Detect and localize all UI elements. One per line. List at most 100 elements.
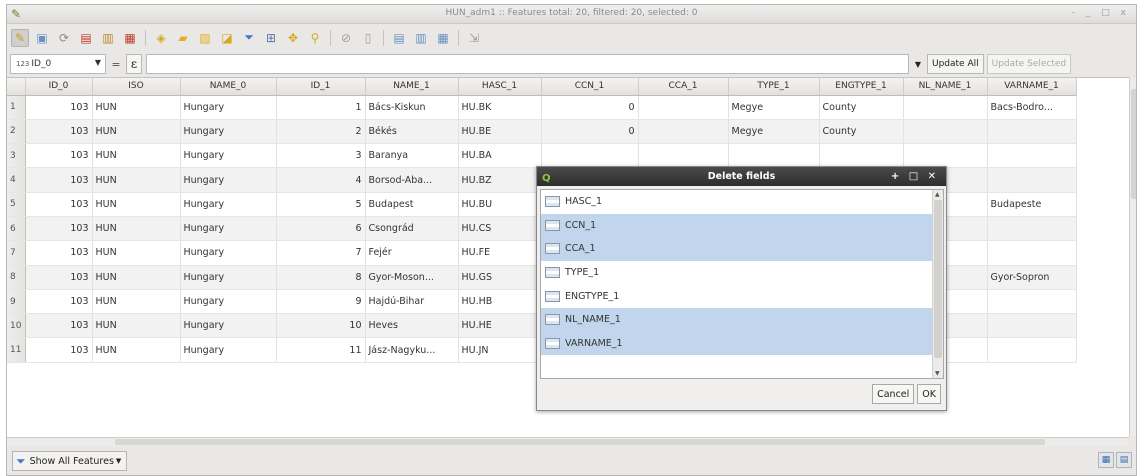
table-row[interactable]: 2 103 HUN Hungary 2 Békés HU.BE 0 Megye County [7, 119, 1077, 145]
column-header[interactable]: TYPE_1 [728, 78, 820, 96]
table-cell[interactable]: 9 [276, 289, 366, 315]
field-list-item[interactable]: NL_NAME_1 [541, 307, 943, 332]
table-cell[interactable]: HU.JN [458, 337, 542, 363]
table-cell[interactable]: HUN [92, 143, 181, 169]
table-cell[interactable]: 7 [276, 240, 366, 266]
row-number[interactable]: 2 [7, 119, 26, 145]
table-cell[interactable]: 103 [25, 240, 93, 266]
table-cell[interactable]: Csongrád [365, 216, 459, 242]
table-cell[interactable]: HU.BU [458, 192, 542, 217]
table-cell[interactable]: 5 [276, 192, 366, 217]
dialog-scrollbar[interactable]: ▲ ▼ [932, 190, 943, 378]
filter-icon[interactable]: ⏷ [240, 29, 258, 47]
column-header[interactable]: CCA_1 [638, 78, 729, 96]
show-all-features-button[interactable]: ⏷ Show All Features ▼ [12, 451, 128, 471]
edit-pencil-icon[interactable]: ✎ [11, 28, 29, 47]
scrollbar-thumb[interactable] [934, 200, 942, 358]
field-list-item[interactable]: TYPE_1 [541, 261, 943, 285]
table-cell[interactable]: HUN [92, 192, 181, 217]
field-list-item[interactable]: ENGTYPE_1 [541, 284, 943, 308]
scrollbar-thumb[interactable] [1131, 89, 1136, 199]
table-cell[interactable]: 103 [25, 216, 93, 242]
reload-icon[interactable]: ⟳ [55, 29, 73, 47]
table-cell[interactable]: Heves [365, 313, 459, 339]
table-vertical-scrollbar[interactable] [1129, 77, 1136, 437]
field-list-item[interactable]: VARNAME_1 [541, 331, 943, 356]
table-row[interactable]: 3 103 HUN Hungary 3 Baranya HU.BA [7, 143, 1077, 169]
table-view-icon[interactable]: ▦ [1098, 452, 1114, 468]
table-cell[interactable]: HU.HB [458, 289, 542, 315]
column-header[interactable]: VARNAME_1 [987, 78, 1077, 96]
new-field-icon[interactable]: ▥ [99, 29, 117, 47]
zoom-to-selection-icon[interactable]: ⚲ [306, 29, 324, 47]
table-cell[interactable]: Hungary [180, 143, 277, 169]
table-cell[interactable] [541, 143, 639, 169]
table-cell[interactable]: 103 [25, 289, 93, 315]
table-cell[interactable]: County [819, 95, 904, 120]
table-horizontal-scrollbar[interactable] [7, 437, 1129, 446]
table-cell[interactable]: 8 [276, 265, 366, 290]
table-cell[interactable] [987, 143, 1077, 169]
table-cell[interactable]: 103 [25, 167, 93, 193]
table-cell[interactable]: Borsod-Aba... [365, 167, 459, 193]
table-cell[interactable]: HUN [92, 95, 181, 120]
table-cell[interactable]: 6 [276, 216, 366, 242]
field-combo[interactable]: 123 ID_0 ▼ [10, 54, 106, 74]
column-header[interactable]: ID_0 [25, 78, 93, 96]
table-cell[interactable]: Bács-Kiskun [365, 95, 459, 120]
table-cell[interactable]: County [819, 119, 904, 145]
cancel-button[interactable]: Cancel [872, 384, 915, 404]
table-cell[interactable]: HUN [92, 167, 181, 193]
table-cell[interactable]: HU.HE [458, 313, 542, 339]
table-cell[interactable]: HU.FE [458, 240, 542, 266]
row-number[interactable]: 10 [7, 313, 26, 339]
field-list-item[interactable]: CCA_1 [541, 237, 943, 261]
table-cell[interactable]: Hungary [180, 313, 277, 339]
table-cell[interactable]: 103 [25, 95, 93, 120]
table-cell[interactable]: 103 [25, 313, 93, 339]
field-calculator-icon[interactable]: ▦ [434, 29, 452, 47]
table-cell[interactable]: HU.BA [458, 143, 542, 169]
column-header[interactable]: ID_1 [276, 78, 366, 96]
table-cell[interactable]: Jász-Nagyku... [365, 337, 459, 363]
row-number[interactable]: 6 [7, 216, 26, 242]
table-cell[interactable]: HUN [92, 289, 181, 315]
column-header[interactable]: CCN_1 [541, 78, 639, 96]
table-cell[interactable] [987, 216, 1077, 242]
row-number[interactable]: 8 [7, 265, 26, 290]
table-cell[interactable]: Hungary [180, 192, 277, 217]
table-cell[interactable]: Hungary [180, 167, 277, 193]
scrollbar-thumb[interactable] [115, 439, 1045, 445]
table-cell[interactable] [903, 143, 988, 169]
column-header[interactable]: HASC_1 [458, 78, 542, 96]
column-header[interactable]: NAME_1 [365, 78, 459, 96]
scroll-down-icon[interactable]: ▼ [935, 370, 940, 377]
table-cell[interactable]: HU.BK [458, 95, 542, 120]
delete-feature-icon[interactable]: ▤ [77, 29, 95, 47]
table-cell[interactable]: 3 [276, 143, 366, 169]
table-cell[interactable]: HUN [92, 119, 181, 145]
table-cell[interactable]: Gyor-Sopron [987, 265, 1077, 290]
paste-icon[interactable]: ▰ [174, 29, 192, 47]
select-all-icon[interactable]: ▧ [196, 29, 214, 47]
table-cell[interactable] [987, 337, 1077, 363]
row-number[interactable]: 1 [7, 95, 26, 120]
expression-button[interactable]: ε [126, 54, 142, 74]
table-cell[interactable]: HU.BE [458, 119, 542, 145]
row-number[interactable]: 9 [7, 289, 26, 315]
table-cell[interactable]: 10 [276, 313, 366, 339]
chevron-down-icon[interactable]: ▼ [911, 60, 925, 69]
table-cell[interactable]: HUN [92, 337, 181, 363]
ok-button[interactable]: OK [917, 384, 941, 404]
corner-header[interactable] [7, 78, 26, 96]
table-cell[interactable]: Fejér [365, 240, 459, 266]
table-cell[interactable] [638, 119, 729, 145]
column-header[interactable]: NL_NAME_1 [903, 78, 988, 96]
invert-selection-icon[interactable]: ◪ [218, 29, 236, 47]
save-edits-icon[interactable]: ▣ [33, 29, 51, 47]
table-cell[interactable]: HU.GS [458, 265, 542, 290]
table-cell[interactable]: Budapest [365, 192, 459, 217]
table-cell[interactable] [987, 240, 1077, 266]
conditional-format-icon[interactable]: ▥ [412, 29, 430, 47]
copy-row-icon[interactable]: ◈ [152, 29, 170, 47]
